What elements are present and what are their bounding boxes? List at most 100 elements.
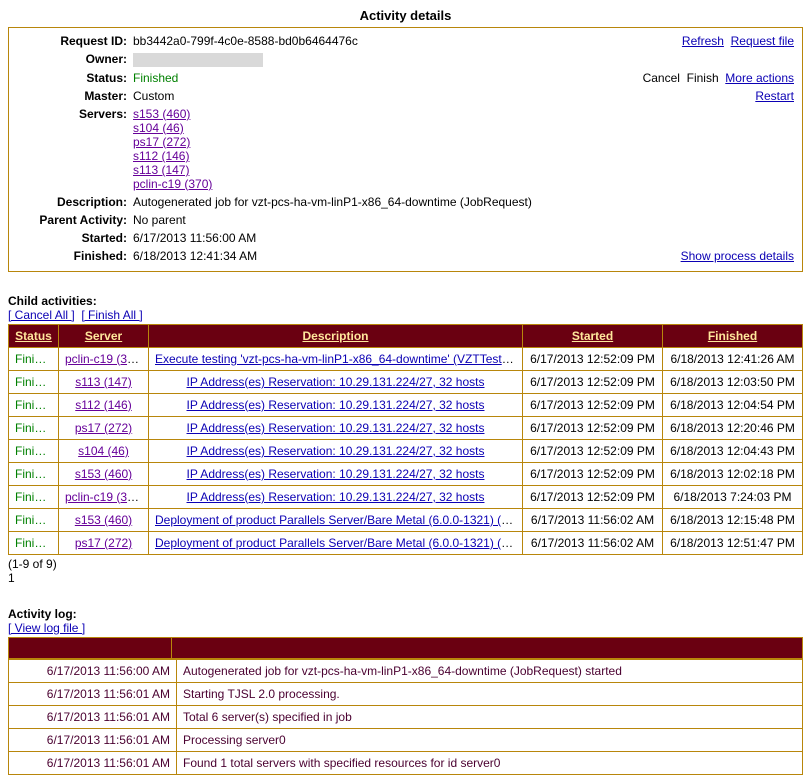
cell-started: 6/17/2013 12:52:09 PM — [523, 347, 663, 370]
description-value: Autogenerated job for vzt-pcs-ha-vm-linP… — [133, 195, 794, 209]
restart-link[interactable]: Restart — [755, 89, 794, 103]
cell-description: IP Address(es) Reservation: 10.29.131.22… — [149, 485, 523, 508]
server-link[interactable]: s112 (146) — [75, 398, 131, 412]
refresh-link[interactable]: Refresh — [682, 34, 724, 48]
table-row: Finished s153 (460) Deployment of product … — [9, 508, 803, 531]
cell-server: ps17 (272) — [59, 416, 149, 439]
log-timestamp: 6/17/2013 11:56:00 AM — [9, 659, 177, 682]
activity-link[interactable]: IP Address(es) Reservation: 10.29.131.22… — [187, 421, 485, 435]
activity-log-header-bar — [8, 637, 803, 659]
finish-action[interactable]: Finish — [687, 71, 719, 85]
server-link[interactable]: s104 (46) — [133, 121, 184, 135]
cell-description: IP Address(es) Reservation: 10.29.131.22… — [149, 416, 523, 439]
cell-server: s113 (147) — [59, 370, 149, 393]
log-message: Found 1 total servers with specified res… — [177, 751, 803, 774]
server-link[interactable]: ps17 (272) — [75, 421, 132, 435]
cell-started: 6/17/2013 11:56:02 AM — [523, 531, 663, 554]
activity-log-table: 6/17/2013 11:56:00 AMAutogenerated job f… — [8, 659, 803, 775]
owner-value-redacted — [133, 53, 263, 67]
cell-status: Finished — [9, 370, 59, 393]
activity-link[interactable]: IP Address(es) Reservation: 10.29.131.22… — [187, 490, 485, 504]
page-title: Activity details — [8, 8, 803, 23]
request-id-value: bb3442a0-799f-4c0e-8588-bd0b6464476c — [133, 34, 674, 48]
started-label: Started: — [17, 231, 133, 245]
parent-activity-value: No parent — [133, 213, 794, 227]
log-timestamp: 6/17/2013 11:56:01 AM — [9, 682, 177, 705]
cell-server: ps17 (272) — [59, 531, 149, 554]
master-label: Master: — [17, 89, 133, 103]
server-link[interactable]: pclin-c19 (370) — [65, 490, 144, 504]
status-value: Finished — [133, 71, 635, 85]
table-row: Finished s113 (147) IP Address(es) Reserva… — [9, 370, 803, 393]
server-link[interactable]: s153 (460) — [75, 467, 132, 481]
cell-finished: 6/18/2013 12:20:46 PM — [663, 416, 803, 439]
col-server-header[interactable]: Server — [59, 324, 149, 347]
log-row: 6/17/2013 11:56:01 AMProcessing server0 — [9, 728, 803, 751]
log-timestamp: 6/17/2013 11:56:01 AM — [9, 728, 177, 751]
cell-status: Finished — [9, 485, 59, 508]
log-message: Starting TJSL 2.0 processing. — [177, 682, 803, 705]
col-status-header[interactable]: Status — [9, 324, 59, 347]
request-file-link[interactable]: Request file — [731, 34, 794, 48]
cancel-action[interactable]: Cancel — [643, 71, 680, 85]
more-actions-link[interactable]: More actions — [725, 71, 794, 85]
view-log-file-link[interactable]: [ View log file ] — [8, 621, 85, 635]
cell-finished: 6/18/2013 7:24:03 PM — [663, 485, 803, 508]
activity-link[interactable]: IP Address(es) Reservation: 10.29.131.22… — [187, 467, 485, 481]
cell-status: Finished — [9, 462, 59, 485]
activity-link[interactable]: Deployment of product Parallels Server/B… — [155, 536, 523, 550]
status-label: Status: — [17, 71, 133, 85]
cell-server: s153 (460) — [59, 462, 149, 485]
log-timestamp: 6/17/2013 11:56:01 AM — [9, 751, 177, 774]
parent-activity-label: Parent Activity: — [17, 213, 133, 227]
cancel-all-link[interactable]: [ Cancel All ] — [8, 308, 75, 322]
started-value: 6/17/2013 11:56:00 AM — [133, 231, 794, 245]
log-message: Autogenerated job for vzt-pcs-ha-vm-linP… — [177, 659, 803, 682]
log-row: 6/17/2013 11:56:01 AMStarting TJSL 2.0 p… — [9, 682, 803, 705]
cell-started: 6/17/2013 12:52:09 PM — [523, 462, 663, 485]
col-finished-header[interactable]: Finished — [663, 324, 803, 347]
pager-range: (1-9 of 9) — [8, 557, 57, 571]
cell-finished: 6/18/2013 12:04:43 PM — [663, 439, 803, 462]
server-link[interactable]: s104 (46) — [78, 444, 129, 458]
finished-value: 6/18/2013 12:41:34 AM — [133, 249, 673, 263]
activity-link[interactable]: IP Address(es) Reservation: 10.29.131.22… — [187, 398, 485, 412]
cell-finished: 6/18/2013 12:04:54 PM — [663, 393, 803, 416]
cell-status: Finished — [9, 508, 59, 531]
master-value: Custom — [133, 89, 747, 103]
activity-link[interactable]: Deployment of product Parallels Server/B… — [155, 513, 523, 527]
activity-details-panel: Request ID: bb3442a0-799f-4c0e-8588-bd0b… — [8, 27, 803, 272]
pager-current-page: 1 — [8, 571, 15, 585]
server-link[interactable]: pclin-c19 (370) — [133, 177, 212, 191]
log-row: 6/17/2013 11:56:01 AMTotal 6 server(s) s… — [9, 705, 803, 728]
server-link[interactable]: pclin-c19 (370) — [65, 352, 144, 366]
cell-status: Finished — [9, 416, 59, 439]
table-row: Finishedpclin-c19 (370)Execute testing '… — [9, 347, 803, 370]
servers-label: Servers: — [17, 107, 133, 121]
server-link[interactable]: ps17 (272) — [75, 536, 132, 550]
table-row: Finished pclin-c19 (370) IP Address(es) Re… — [9, 485, 803, 508]
cell-finished: 6/18/2013 12:02:18 PM — [663, 462, 803, 485]
server-link[interactable]: s112 (146) — [133, 149, 189, 163]
cell-finished: 6/18/2013 12:03:50 PM — [663, 370, 803, 393]
cell-started: 6/17/2013 12:52:09 PM — [523, 393, 663, 416]
description-label: Description: — [17, 195, 133, 209]
activity-link[interactable]: Execute testing 'vzt-pcs-ha-vm-linP1-x86… — [155, 352, 522, 366]
server-link[interactable]: ps17 (272) — [133, 135, 190, 149]
server-link[interactable]: s113 (147) — [133, 163, 189, 177]
cell-description: IP Address(es) Reservation: 10.29.131.22… — [149, 393, 523, 416]
activity-link[interactable]: IP Address(es) Reservation: 10.29.131.22… — [187, 375, 485, 389]
cell-started: 6/17/2013 12:52:09 PM — [523, 370, 663, 393]
show-process-details-link[interactable]: Show process details — [681, 249, 794, 263]
server-link[interactable]: s113 (147) — [75, 375, 131, 389]
col-started-header[interactable]: Started — [523, 324, 663, 347]
log-row: 6/17/2013 11:56:00 AMAutogenerated job f… — [9, 659, 803, 682]
server-link[interactable]: s153 (460) — [133, 107, 190, 121]
server-link[interactable]: s153 (460) — [75, 513, 132, 527]
finish-all-link[interactable]: [ Finish All ] — [81, 308, 142, 322]
cell-description: Deployment of product Parallels Server/B… — [149, 531, 523, 554]
cell-finished: 6/18/2013 12:15:48 PM — [663, 508, 803, 531]
activity-log-heading: Activity log: — [8, 607, 803, 621]
activity-link[interactable]: IP Address(es) Reservation: 10.29.131.22… — [187, 444, 485, 458]
col-description-header[interactable]: Description — [149, 324, 523, 347]
